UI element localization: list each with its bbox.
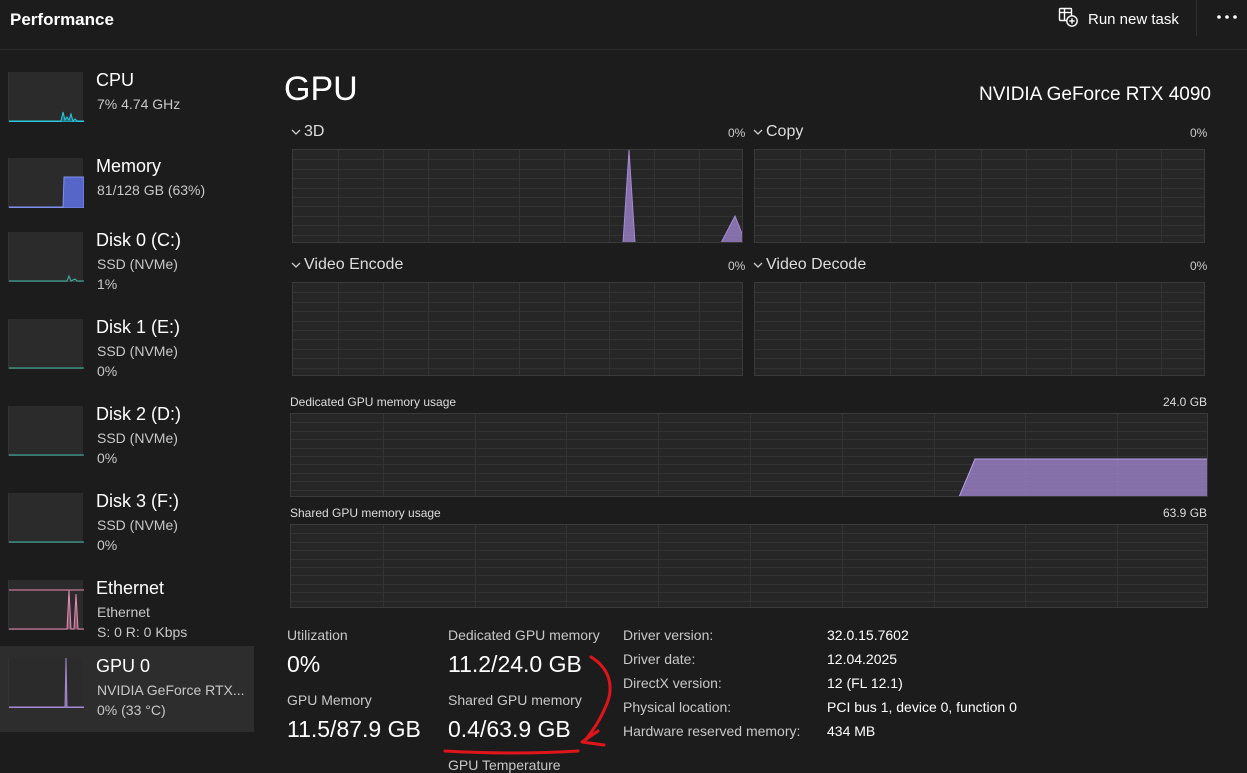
property-value: PCI bus 1, device 0, function 0 — [827, 699, 1017, 715]
sidebar-item-name: Disk 1 (E:) — [96, 317, 181, 337]
engine-selector-video-decode[interactable]: Video Decode — [752, 256, 866, 274]
page-title: Performance — [10, 10, 114, 29]
sidebar-item-disk-0[interactable]: Disk 0 (C:) SSD (NVMe) 1% — [0, 220, 254, 306]
sidebar-item-name: GPU 0 — [96, 656, 151, 676]
property-key: Driver version: — [623, 627, 714, 643]
sidebar-item-disk-1[interactable]: Disk 1 (E:) SSD (NVMe) 0% — [0, 307, 254, 393]
engine-label: Video Decode — [766, 256, 867, 273]
engine-label: 3D — [304, 123, 325, 140]
engine-percent: 0% — [728, 126, 746, 140]
shared-memory-graph-max: 63.9 GB — [1163, 506, 1208, 520]
sidebar-item-detail: Ethernet — [97, 604, 150, 620]
cpu-thumbnail-graph — [8, 72, 84, 122]
disk-3-thumbnail-graph — [8, 493, 84, 543]
gpu-temperature-label: GPU Temperature — [448, 757, 561, 773]
property-value: 12.04.2025 — [827, 651, 898, 667]
dedicated-memory-value: 11.2/24.0 GB — [448, 651, 582, 677]
more-dots-icon — [1217, 15, 1237, 19]
engine-graph-video-encode — [292, 282, 743, 376]
sidebar-item-disk-3[interactable]: Disk 3 (F:) SSD (NVMe) 0% — [0, 481, 254, 567]
gpu-0-thumbnail-graph — [8, 658, 84, 708]
sidebar-item-ethernet[interactable]: Ethernet Ethernet S: 0 R: 0 Kbps — [0, 568, 254, 654]
disk-1-thumbnail-graph — [8, 319, 84, 369]
sidebar-item-detail-2: 0% — [97, 450, 118, 466]
sidebar-item-detail-2: 1% — [97, 276, 118, 292]
sidebar-item-detail: SSD (NVMe) — [97, 343, 178, 359]
sidebar-item-detail-2: 0% (33 °C) — [97, 702, 166, 718]
sidebar-item-detail-2: S: 0 R: 0 Kbps — [97, 624, 188, 640]
sidebar-item-detail: SSD (NVMe) — [97, 517, 178, 533]
chevron-down-icon — [291, 262, 301, 268]
gpu-memory-label: GPU Memory — [287, 692, 372, 708]
gpu-memory-value: 11.5/87.9 GB — [287, 716, 421, 742]
chevron-down-icon — [753, 262, 763, 268]
sidebar-item-detail: NVIDIA GeForce RTX... — [97, 682, 245, 698]
sidebar: CPU 7% 4.74 GHz Memory 81/128 GB (63%) D… — [0, 60, 254, 773]
sidebar-item-detail: 81/128 GB (63%) — [97, 182, 206, 198]
sidebar-item-detail-2: 0% — [97, 537, 118, 553]
shared-memory-label: Shared GPU memory — [448, 692, 582, 708]
utilization-value: 0% — [287, 651, 321, 677]
engine-graph-video-decode — [754, 282, 1205, 376]
sidebar-item-gpu-0[interactable]: GPU 0 NVIDIA GeForce RTX... 0% (33 °C) — [0, 646, 254, 732]
disk-2-thumbnail-graph — [8, 406, 84, 456]
property-key: Physical location: — [623, 699, 732, 715]
gpu-model-name: NVIDIA GeForce RTX 4090 — [979, 84, 1211, 105]
dedicated-memory-graph-label: Dedicated GPU memory usage — [290, 395, 457, 409]
sidebar-item-name: CPU — [96, 70, 135, 90]
sidebar-item-cpu[interactable]: CPU 7% 4.74 GHz — [0, 60, 254, 146]
engine-label: Copy — [766, 123, 804, 140]
engine-selector-copy[interactable]: Copy — [752, 123, 803, 141]
utilization-label: Utilization — [287, 627, 348, 643]
engine-graph-copy — [754, 149, 1205, 243]
ethernet-thumbnail-graph — [8, 580, 84, 630]
gpu-heading: GPU — [284, 70, 358, 108]
engine-graph-3d — [292, 149, 743, 243]
sidebar-item-name: Disk 3 (F:) — [96, 491, 179, 511]
chevron-down-icon — [291, 129, 301, 135]
sidebar-item-name: Ethernet — [96, 578, 165, 598]
engine-percent: 0% — [1190, 126, 1208, 140]
sidebar-item-detail: SSD (NVMe) — [97, 256, 178, 272]
sidebar-item-detail-2: 0% — [97, 363, 118, 379]
property-value: 434 MB — [827, 723, 876, 739]
property-key: Hardware reserved memory: — [623, 723, 801, 739]
shared-memory-value: 0.4/63.9 GB — [448, 716, 571, 742]
engine-selector-3d[interactable]: 3D — [290, 123, 324, 141]
dedicated-memory-graph — [290, 413, 1208, 497]
shared-memory-graph-label: Shared GPU memory usage — [290, 506, 441, 520]
engine-percent: 0% — [728, 259, 746, 273]
more-options-button[interactable] — [1214, 6, 1240, 28]
sidebar-item-name: Disk 2 (D:) — [96, 404, 181, 424]
sidebar-item-detail: 7% 4.74 GHz — [97, 96, 181, 112]
property-key: DirectX version: — [623, 675, 722, 691]
sidebar-item-detail: SSD (NVMe) — [97, 430, 178, 446]
engine-selector-video-encode[interactable]: Video Encode — [290, 256, 403, 274]
sidebar-item-disk-2[interactable]: Disk 2 (D:) SSD (NVMe) 0% — [0, 394, 254, 480]
disk-0-thumbnail-graph — [8, 232, 84, 282]
sidebar-item-name: Disk 0 (C:) — [96, 230, 181, 250]
sidebar-item-name: Memory — [96, 156, 162, 176]
memory-thumbnail-graph — [8, 158, 84, 208]
chevron-down-icon — [753, 129, 763, 135]
run-task-icon — [1058, 7, 1078, 32]
property-key: Driver date: — [623, 651, 696, 667]
toolbar-divider — [1196, 0, 1197, 36]
property-value: 12 (FL 12.1) — [827, 675, 903, 691]
property-value: 32.0.15.7602 — [827, 627, 909, 643]
dedicated-memory-graph-max: 24.0 GB — [1163, 395, 1208, 409]
shared-memory-graph — [290, 524, 1208, 608]
run-new-task-label: Run new task — [1088, 10, 1179, 28]
run-new-task-button[interactable]: Run new task — [1058, 7, 1179, 32]
dedicated-memory-label: Dedicated GPU memory — [448, 627, 600, 643]
title-bar: Performance Run new task — [0, 0, 1247, 50]
engine-label: Video Encode — [304, 256, 404, 273]
engine-percent: 0% — [1190, 259, 1208, 273]
